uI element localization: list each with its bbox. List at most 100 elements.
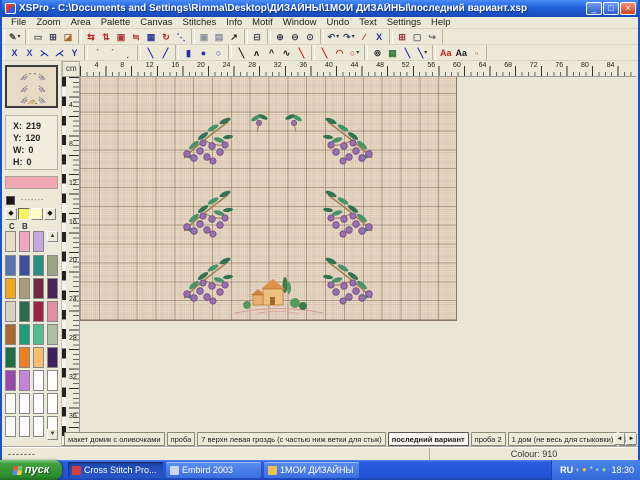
print-preview-button[interactable]: ▤ — [212, 30, 227, 44]
palette-swatch[interactable] — [33, 393, 44, 414]
undo-button[interactable]: ↶▾ — [326, 30, 342, 44]
palette-swatch[interactable] — [19, 370, 30, 391]
circle-red-tool[interactable]: ○▾ — [347, 46, 362, 60]
half-stitch-forward-tool[interactable]: ╱ — [158, 46, 173, 60]
close-button[interactable]: × — [620, 2, 636, 15]
vertical-stitch-tool[interactable]: ▮ — [181, 46, 196, 60]
palette-swatch[interactable] — [47, 347, 58, 368]
dropdown-arrow-icon[interactable]: ▾ — [424, 49, 427, 56]
pointer-mode-button[interactable]: ↗ — [227, 30, 242, 44]
curve-red-tool[interactable]: ◠ — [332, 46, 347, 60]
palette-swatch[interactable] — [5, 416, 16, 437]
menu-zoom[interactable]: Zoom — [31, 17, 65, 28]
palette-swatch[interactable] — [47, 301, 58, 322]
quarter-stitch-tl-tool[interactable]: ˋ — [90, 46, 105, 60]
menu-motif[interactable]: Motif — [247, 17, 278, 28]
display-tray-icon[interactable]: ▪ — [596, 465, 599, 475]
copy-motif-tool[interactable]: ⊞ — [46, 30, 61, 44]
zoom-actual-button[interactable]: ⊙ — [303, 30, 318, 44]
current-colour-swatch[interactable] — [6, 196, 15, 205]
menu-palette[interactable]: Palette — [96, 17, 136, 28]
palette-swatch[interactable] — [19, 347, 30, 368]
backstitch-step-tool[interactable]: ʌ — [249, 46, 264, 60]
taskbar-button[interactable]: Embird 2003 — [166, 462, 261, 478]
taskbar-button[interactable]: Cross Stitch Pro... — [68, 462, 163, 478]
palette-swatch[interactable] — [33, 347, 44, 368]
palette-swatch[interactable] — [5, 278, 16, 299]
display-mode-button[interactable]: ▣ — [197, 30, 212, 44]
palette-swatch[interactable] — [5, 370, 16, 391]
motif-branch[interactable] — [178, 254, 236, 308]
blue-line-styles-tool[interactable]: ╲▾ — [415, 46, 430, 60]
blue-line-tool[interactable]: ╲ — [400, 46, 415, 60]
restore-button[interactable]: □ — [603, 2, 619, 15]
pattern-tab[interactable]: проба — [167, 432, 196, 446]
select-rectangle-tool[interactable]: ▭ — [31, 30, 46, 44]
quarter-stitch-tr-tool[interactable]: ˊ — [105, 46, 120, 60]
palette-swatch[interactable] — [47, 370, 58, 391]
pen-swap-tool[interactable]: ∕ — [357, 30, 372, 44]
copy-area-tool[interactable]: ▣ — [114, 30, 129, 44]
backstitch-diagonal-tool[interactable]: ╲ — [234, 46, 249, 60]
backstitch-wave-tool[interactable]: ∿ — [279, 46, 294, 60]
straight-line-red-tool[interactable]: ╲ — [317, 46, 332, 60]
palette-swatch[interactable] — [33, 301, 44, 322]
paste-special-button[interactable]: ⊞ — [395, 30, 410, 44]
pattern-tab[interactable]: макет домик с оливочками — [64, 432, 165, 446]
cross-pens-tool[interactable]: X — [372, 30, 387, 44]
redo-button[interactable]: ↷▾ — [341, 30, 357, 44]
pale-yellow-mode-button[interactable] — [31, 208, 43, 220]
motif-branch[interactable] — [320, 187, 378, 241]
palette-swatch[interactable] — [5, 301, 16, 322]
menu-file[interactable]: File — [6, 17, 31, 28]
mirror-vertical-tool[interactable]: ⇅ — [99, 30, 114, 44]
motif-bird[interactable] — [284, 110, 304, 134]
cascade-motif-tool[interactable]: ⋱ — [174, 30, 189, 44]
blend-right-button[interactable]: ◆ — [44, 208, 56, 220]
tabs-scroll-right-button[interactable]: ► — [626, 433, 637, 445]
pattern-tab[interactable]: 1 дом (не весь для стыковки) — [508, 432, 618, 446]
palette-swatch[interactable] — [33, 370, 44, 391]
palette-swatch[interactable] — [5, 255, 16, 276]
palette-swatch[interactable] — [5, 231, 16, 252]
three-quarter-stitch-left-tool[interactable]: ⋋ — [37, 46, 52, 60]
palette-scroll-up-button[interactable]: ▲ — [47, 231, 58, 242]
language-indicator[interactable]: RU — [560, 465, 573, 475]
new-page-button[interactable]: ▢ — [410, 30, 425, 44]
motif-branch[interactable] — [178, 114, 236, 168]
palette-swatch[interactable] — [19, 324, 30, 345]
zoom-out-button[interactable]: ⊖ — [288, 30, 303, 44]
menu-settings[interactable]: Settings — [382, 17, 426, 28]
mirror-horizontal-tool[interactable]: ⇆ — [84, 30, 99, 44]
app-tray-icon[interactable]: * — [590, 465, 593, 475]
rotate-area-tool[interactable]: ↻ — [159, 30, 174, 44]
palette-scroll-down-button[interactable]: ▼ — [47, 429, 58, 440]
half-stitch-back-tool[interactable]: ╲ — [143, 46, 158, 60]
pattern-tab[interactable]: 7 верхн левая гроздь (с частью ниж ветки… — [197, 432, 386, 446]
ruler-tool[interactable]: ⊟ — [250, 30, 265, 44]
palette-swatch[interactable] — [47, 255, 58, 276]
dropdown-arrow-icon[interactable]: ▾ — [18, 33, 21, 40]
start-button[interactable]: пуск — [0, 460, 62, 480]
text-black-button[interactable]: Aa — [454, 46, 470, 60]
menu-area[interactable]: Area — [66, 17, 96, 28]
tabs-scroll-left-button[interactable]: ◄ — [614, 433, 625, 445]
motif-bird[interactable] — [29, 72, 32, 75]
backstitch-red-tool[interactable]: ╲ — [294, 46, 309, 60]
palette-swatch[interactable] — [19, 231, 30, 252]
palette-swatch[interactable] — [47, 324, 58, 345]
taskbar-button[interactable]: 1МОИ ДИЗАЙНЫ — [264, 462, 359, 478]
three-quarter-stitch-right-tool[interactable]: ⋌ — [52, 46, 67, 60]
selection-marquee-tool[interactable]: ▫ — [469, 46, 484, 60]
dropdown-arrow-icon[interactable]: ▾ — [352, 33, 355, 40]
menu-help[interactable]: Help — [426, 17, 456, 28]
palette-swatch[interactable] — [5, 324, 16, 345]
pattern-repeat-tool[interactable]: ▦ — [144, 30, 159, 44]
pattern-preview[interactable] — [5, 65, 58, 108]
palette-swatch[interactable] — [33, 255, 44, 276]
backstitch-peak-tool[interactable]: ^ — [264, 46, 279, 60]
palette-swatch[interactable] — [33, 416, 44, 437]
palette-swatch[interactable] — [47, 393, 58, 414]
yellow-mode-button[interactable] — [18, 208, 30, 220]
motif-bird[interactable] — [249, 110, 269, 134]
